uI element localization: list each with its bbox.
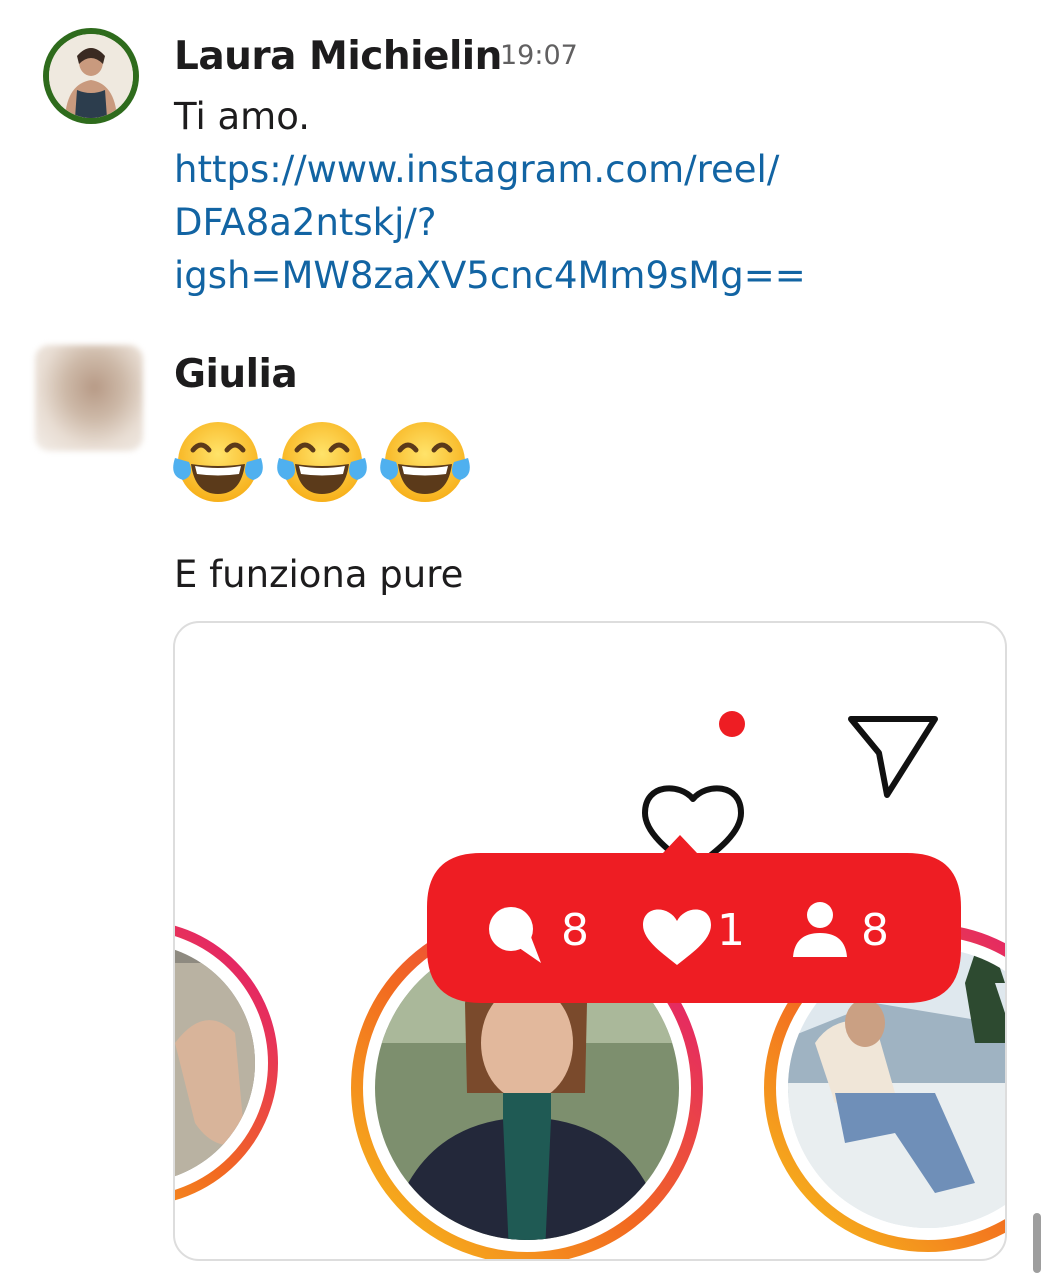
comments-count: 8 xyxy=(561,905,589,956)
followers-count: 8 xyxy=(861,905,889,956)
tears-of-joy-emoji xyxy=(173,422,263,502)
story-avatar-left[interactable] xyxy=(175,925,278,1201)
message-author[interactable]: Giulia xyxy=(174,352,298,397)
avatar-giulia[interactable] xyxy=(35,345,143,451)
image-attachment[interactable]: 8 1 8 xyxy=(173,621,1007,1261)
avatar-laura[interactable] xyxy=(43,28,139,124)
message-link-line-3[interactable]: igsh=MW8zaXV5cnc4Mm9sMg== xyxy=(174,249,806,302)
message-link-line-1[interactable]: https://www.instagram.com/reel/ xyxy=(174,143,779,196)
message-link-line-2[interactable]: DFA8a2ntskj/? xyxy=(174,196,437,249)
heart-icon[interactable] xyxy=(642,711,745,872)
tears-of-joy-emoji xyxy=(277,422,367,502)
scrollbar[interactable] xyxy=(1033,1213,1041,1273)
message-author[interactable]: Laura Michielin xyxy=(174,34,502,79)
message-text: E funziona pure xyxy=(174,553,464,596)
activity-notification-badge: 8 1 8 xyxy=(427,835,961,1003)
message-timestamp[interactable]: 19:07 xyxy=(500,40,578,71)
tears-of-joy-emoji xyxy=(380,422,470,502)
send-icon[interactable] xyxy=(848,716,938,798)
message-text: Ti amo. xyxy=(174,95,310,138)
likes-count: 1 xyxy=(717,905,745,956)
